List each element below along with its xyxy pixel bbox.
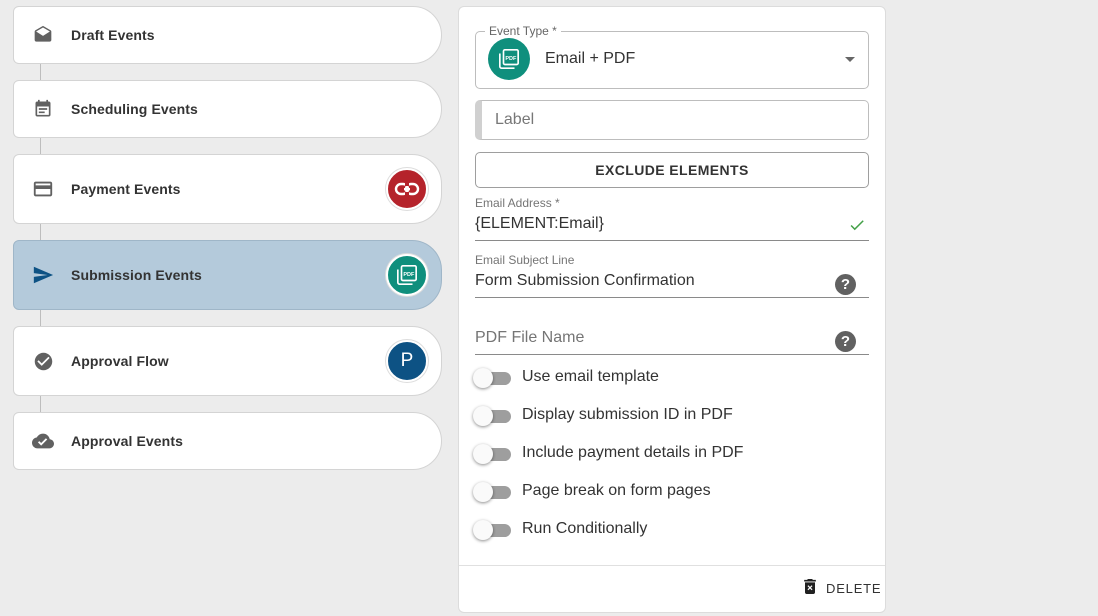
- credit-card-icon: [32, 178, 54, 200]
- event-type-value: Email + PDF: [545, 50, 636, 67]
- step-label: Draft Events: [71, 27, 155, 43]
- toggle-label: Run Conditionally: [522, 520, 648, 537]
- event-type-label: Event Type *: [485, 24, 561, 38]
- step-approval-events[interactable]: Approval Events: [13, 412, 442, 470]
- page-break-toggle[interactable]: [473, 482, 513, 502]
- email-subject-label: Email Subject Line: [475, 253, 575, 267]
- delete-button[interactable]: DELETE: [804, 579, 881, 597]
- email-subject-input[interactable]: Form Submission Confirmation: [475, 272, 695, 290]
- cloud-done-icon: [32, 430, 54, 452]
- envelope-open-icon: [32, 24, 54, 46]
- use-email-template-toggle[interactable]: [473, 368, 513, 388]
- step-draft-events[interactable]: Draft Events: [13, 6, 442, 64]
- chevron-down-icon[interactable]: [845, 57, 855, 62]
- email-address-label: Email Address *: [475, 196, 560, 210]
- toggle-label: Include payment details in PDF: [522, 444, 744, 461]
- step-label: Scheduling Events: [71, 101, 198, 117]
- event-settings-panel: Event Type * PDF Email + PDF EXCLUDE ELE…: [458, 6, 886, 613]
- step-label: Approval Events: [71, 433, 183, 449]
- svg-text:PDF: PDF: [505, 56, 517, 62]
- delete-label: DELETE: [826, 580, 882, 596]
- pdf-filename-underline: [475, 354, 869, 355]
- payment-link-icon: [386, 168, 428, 210]
- calendar-icon: [32, 98, 54, 120]
- svg-text:PDF: PDF: [403, 272, 415, 278]
- email-address-input[interactable]: {ELEMENT:Email}: [475, 215, 604, 233]
- check-icon: [847, 216, 867, 239]
- pdf-icon: PDF: [386, 254, 428, 296]
- step-label: Payment Events: [71, 181, 181, 197]
- run-conditionally-toggle[interactable]: [473, 520, 513, 540]
- panel-divider: [459, 565, 885, 566]
- help-icon[interactable]: ?: [835, 274, 856, 295]
- step-approval-flow[interactable]: Approval Flow P: [13, 326, 442, 396]
- toggle-label: Page break on form pages: [522, 482, 711, 499]
- include-payment-details-toggle[interactable]: [473, 444, 513, 464]
- check-circle-icon: [32, 350, 54, 372]
- event-type-select[interactable]: [475, 31, 869, 89]
- step-submission-events[interactable]: Submission Events PDF: [13, 240, 442, 310]
- toggle-label: Display submission ID in PDF: [522, 406, 733, 423]
- step-scheduling-events[interactable]: Scheduling Events: [13, 80, 442, 138]
- send-icon: [32, 264, 54, 286]
- step-label: Approval Flow: [71, 353, 169, 369]
- email-subject-underline: [475, 297, 869, 298]
- pdf-filename-input[interactable]: PDF File Name: [475, 329, 584, 347]
- timeline-connector: [40, 223, 41, 240]
- label-input[interactable]: [475, 100, 869, 140]
- trash-icon: [804, 579, 816, 597]
- timeline-connector: [40, 309, 41, 326]
- timeline-connector: [40, 395, 41, 412]
- help-icon[interactable]: ?: [835, 331, 856, 352]
- timeline-connector: [40, 137, 41, 154]
- approval-badge: P: [386, 340, 428, 382]
- display-submission-id-toggle[interactable]: [473, 406, 513, 426]
- exclude-elements-button[interactable]: EXCLUDE ELEMENTS: [475, 152, 869, 188]
- step-payment-events[interactable]: Payment Events: [13, 154, 442, 224]
- toggle-label: Use email template: [522, 368, 659, 385]
- timeline-connector: [40, 63, 41, 80]
- pdf-icon: PDF: [488, 38, 530, 80]
- email-address-underline: [475, 240, 869, 241]
- step-label: Submission Events: [71, 267, 202, 283]
